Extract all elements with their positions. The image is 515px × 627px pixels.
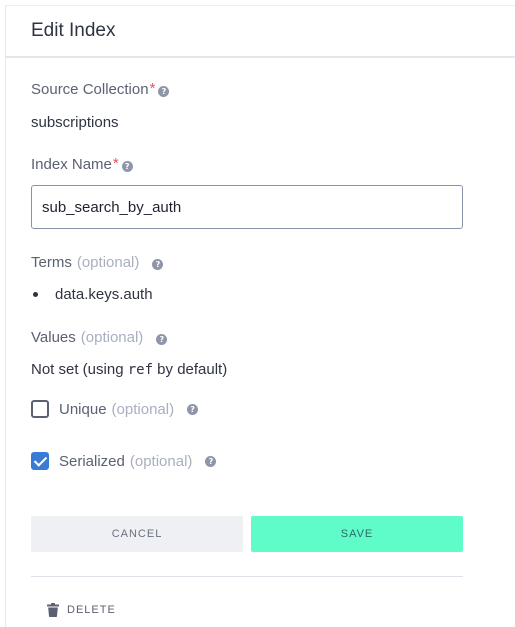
- term-value: data.keys.auth: [55, 286, 153, 303]
- unique-checkbox[interactable]: [31, 400, 49, 418]
- actions-divider: [31, 576, 463, 577]
- unique-option: Unique (optional) ?: [31, 400, 199, 418]
- values-text-after: by default): [153, 361, 228, 378]
- optional-hint: (optional): [129, 452, 193, 470]
- optional-hint: (optional): [76, 254, 140, 271]
- panel-left-border: [5, 5, 6, 627]
- unique-label: Unique: [59, 400, 107, 418]
- source-collection-value: subscriptions: [31, 114, 119, 131]
- serialized-checkbox[interactable]: [31, 452, 49, 470]
- source-collection-label-row: Source Collection * ?: [31, 80, 170, 98]
- question-circle-icon[interactable]: ?: [121, 161, 133, 172]
- terms-label-row: Terms (optional) ?: [31, 254, 164, 271]
- index-name-label-row: Index Name * ?: [31, 156, 133, 173]
- page-title: Edit Index: [31, 20, 116, 41]
- delete-button[interactable]: DELETE: [47, 603, 116, 617]
- terms-label: Terms: [31, 254, 72, 271]
- question-circle-icon[interactable]: ?: [187, 403, 199, 415]
- required-asterisk: *: [149, 80, 156, 97]
- index-name-label: Index Name: [31, 156, 112, 173]
- question-circle-icon[interactable]: ?: [205, 455, 217, 467]
- title-divider: [5, 56, 515, 58]
- serialized-label: Serialized: [59, 452, 125, 470]
- save-button[interactable]: SAVE: [251, 516, 463, 552]
- question-circle-icon[interactable]: ?: [158, 86, 170, 97]
- optional-hint: (optional): [111, 400, 175, 418]
- list-item: data.keys.auth: [31, 286, 153, 303]
- source-collection-label: Source Collection: [31, 81, 149, 98]
- delete-label: DELETE: [67, 604, 116, 616]
- values-text-before: Not set (using: [31, 361, 128, 378]
- cancel-button[interactable]: CANCEL: [31, 516, 243, 552]
- values-default-text: Not set (using ref by default): [31, 361, 227, 378]
- serialized-option: Serialized (optional) ?: [31, 452, 217, 470]
- optional-hint: (optional): [80, 329, 144, 346]
- values-label-row: Values (optional) ?: [31, 329, 168, 346]
- bullet-icon: [33, 292, 38, 297]
- index-name-input[interactable]: [31, 185, 463, 229]
- required-asterisk: *: [112, 155, 119, 172]
- values-label: Values: [31, 329, 76, 346]
- panel-top-border: [5, 5, 515, 6]
- question-circle-icon[interactable]: ?: [156, 334, 168, 345]
- values-code: ref: [127, 362, 154, 378]
- question-circle-icon[interactable]: ?: [152, 259, 164, 270]
- edit-index-panel: Edit Index Source Collection * ? subscri…: [0, 0, 515, 627]
- trash-icon: [47, 603, 59, 617]
